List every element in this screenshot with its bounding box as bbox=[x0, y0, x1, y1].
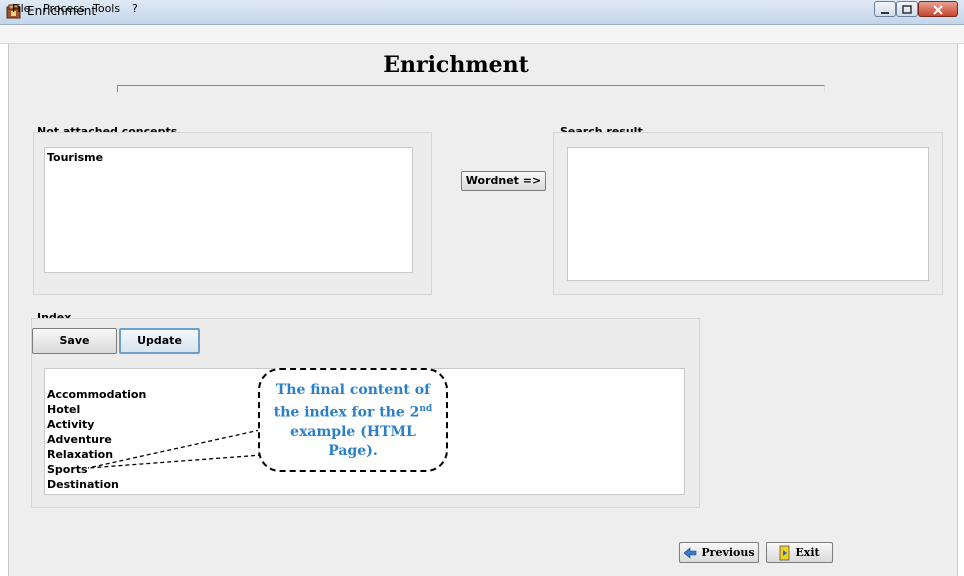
previous-label: Previous bbox=[701, 546, 755, 559]
exit-label: Exit bbox=[795, 546, 820, 559]
callout-pointer bbox=[87, 429, 263, 469]
previous-button[interactable]: Previous bbox=[679, 542, 759, 563]
arrow-left-icon bbox=[683, 546, 697, 559]
callout-annotation: The final content of the index for the 2… bbox=[258, 368, 448, 472]
callout-line: example (HTML bbox=[290, 423, 416, 440]
callout-line: the index for the 2nd bbox=[273, 404, 433, 421]
callout-line: The final content of bbox=[275, 382, 431, 398]
exit-door-icon bbox=[779, 545, 790, 560]
callout-line: Page). bbox=[328, 442, 378, 459]
exit-button[interactable]: Exit bbox=[766, 542, 833, 563]
